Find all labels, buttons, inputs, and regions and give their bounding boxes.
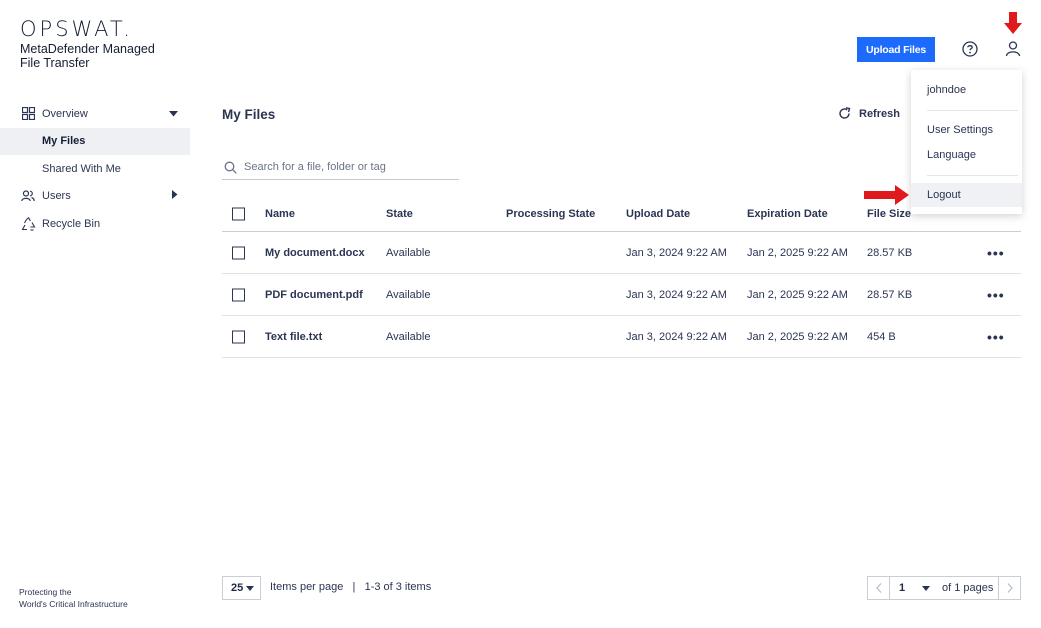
- sidebar: Overview My Files Shared With Me Users R…: [0, 100, 190, 238]
- search-icon: [224, 161, 237, 174]
- brand: OPSWAT. MetaDefender Managed File Transf…: [20, 18, 190, 70]
- items-range: 1-3 of 3 items: [364, 581, 432, 593]
- tagline-line-1: Protecting the: [19, 587, 72, 597]
- previous-page-button[interactable]: [868, 577, 890, 599]
- sidebar-item-users[interactable]: Users: [0, 183, 190, 211]
- file-name[interactable]: My document.docx: [265, 247, 365, 259]
- file-upload-date: Jan 3, 2024 9:22 AM: [626, 246, 727, 259]
- file-upload-date: Jan 3, 2024 9:22 AM: [626, 288, 727, 301]
- pagination-separator: |: [352, 581, 356, 593]
- menu-username: johndoe: [927, 84, 967, 96]
- sidebar-item-overview[interactable]: Overview: [0, 100, 190, 128]
- page-select[interactable]: 1: [890, 582, 936, 594]
- sidebar-item-label: Recycle Bin: [42, 217, 101, 230]
- items-per-page-select[interactable]: 25: [222, 576, 261, 600]
- column-header-processing-state[interactable]: Processing State: [506, 208, 595, 220]
- items-per-page-label: Items per page: [270, 581, 344, 593]
- table-row[interactable]: Text file.txt Available Jan 3, 2024 9:22…: [222, 316, 1021, 358]
- chevron-right-icon: [172, 190, 178, 202]
- column-header-upload-date[interactable]: Upload Date: [626, 208, 690, 220]
- sidebar-item-recycle-bin[interactable]: Recycle Bin: [0, 210, 190, 238]
- file-size: 28.57 KB: [867, 288, 913, 301]
- tagline-line-2: World's Critical Infrastructure: [19, 599, 128, 609]
- column-header-expiration-date[interactable]: Expiration Date: [747, 208, 828, 220]
- file-name[interactable]: PDF document.pdf: [265, 289, 363, 301]
- file-name[interactable]: Text file.txt: [265, 331, 322, 343]
- current-page: 1: [899, 582, 906, 594]
- sidebar-item-label: My Files: [42, 135, 86, 148]
- menu-item-user-settings[interactable]: User Settings: [911, 118, 1022, 142]
- file-state: Available: [386, 246, 431, 259]
- more-actions-icon[interactable]: •••: [987, 245, 1005, 261]
- chevron-right-icon: [1007, 583, 1013, 593]
- total-pages: of 1 pages: [942, 582, 994, 594]
- column-header-state[interactable]: State: [386, 208, 413, 220]
- page-navigator: 1 of 1 pages: [867, 576, 1021, 600]
- sidebar-item-label: Users: [42, 190, 71, 203]
- red-arrow-right-icon: [864, 185, 909, 205]
- chevron-down-icon: [246, 585, 254, 591]
- upload-files-button[interactable]: Upload Files: [857, 37, 935, 62]
- more-actions-icon[interactable]: •••: [987, 287, 1005, 303]
- column-header-name[interactable]: Name: [265, 208, 295, 220]
- refresh-icon: [839, 107, 851, 119]
- users-icon: [20, 188, 36, 204]
- user-menu: johndoe User Settings Language Logout: [911, 70, 1022, 214]
- file-expiration-date: Jan 2, 2025 9:22 AM: [747, 246, 848, 259]
- file-size: 28.57 KB: [867, 246, 913, 259]
- refresh-label: Refresh: [859, 107, 900, 120]
- help-icon[interactable]: [961, 40, 979, 58]
- row-checkbox[interactable]: [232, 330, 245, 343]
- chevron-down-icon: [169, 108, 178, 120]
- table-row[interactable]: My document.docx Available Jan 3, 2024 9…: [222, 232, 1021, 274]
- file-size: 454 B: [867, 330, 896, 343]
- footer-tagline: Protecting the World's Critical Infrastr…: [19, 586, 179, 610]
- user-icon[interactable]: [1004, 40, 1022, 58]
- grid-icon: [20, 106, 36, 122]
- items-per-page-info: Items per page | 1-3 of 3 items: [270, 581, 431, 593]
- files-table: Name State Processing State Upload Date …: [222, 196, 1021, 358]
- chevron-down-icon: [922, 585, 930, 591]
- row-checkbox[interactable]: [232, 246, 245, 259]
- menu-item-language[interactable]: Language: [911, 143, 1022, 167]
- per-page-value: 25: [231, 582, 244, 594]
- product-name: MetaDefender Managed File Transfer: [20, 42, 155, 70]
- file-state: Available: [386, 330, 431, 343]
- red-arrow-down-icon: [1004, 12, 1022, 34]
- opswat-logo: OPSWAT.: [20, 17, 133, 41]
- file-expiration-date: Jan 2, 2025 9:22 AM: [747, 288, 848, 301]
- sidebar-item-my-files[interactable]: My Files: [0, 127, 190, 155]
- sidebar-item-label: Overview: [42, 107, 88, 120]
- search-field: [222, 155, 459, 180]
- more-actions-icon[interactable]: •••: [987, 329, 1005, 345]
- menu-item-logout[interactable]: Logout: [911, 183, 1022, 207]
- next-page-button[interactable]: [998, 577, 1020, 599]
- file-state: Available: [386, 288, 431, 301]
- sidebar-item-shared-with-me[interactable]: Shared With Me: [0, 155, 190, 183]
- search-input[interactable]: [244, 161, 444, 173]
- recycle-icon: [20, 216, 36, 232]
- page-title: My Files: [222, 107, 276, 122]
- row-checkbox[interactable]: [232, 288, 245, 301]
- chevron-left-icon: [875, 583, 881, 593]
- menu-divider: [927, 175, 1018, 176]
- file-expiration-date: Jan 2, 2025 9:22 AM: [747, 330, 848, 343]
- select-all-checkbox[interactable]: [232, 207, 245, 220]
- table-row[interactable]: PDF document.pdf Available Jan 3, 2024 9…: [222, 274, 1021, 316]
- refresh-button[interactable]: Refresh: [838, 107, 900, 120]
- sidebar-item-label: Shared With Me: [42, 162, 121, 175]
- file-upload-date: Jan 3, 2024 9:22 AM: [626, 330, 727, 343]
- column-header-file-size[interactable]: File Size: [867, 208, 911, 220]
- menu-divider: [927, 110, 1018, 111]
